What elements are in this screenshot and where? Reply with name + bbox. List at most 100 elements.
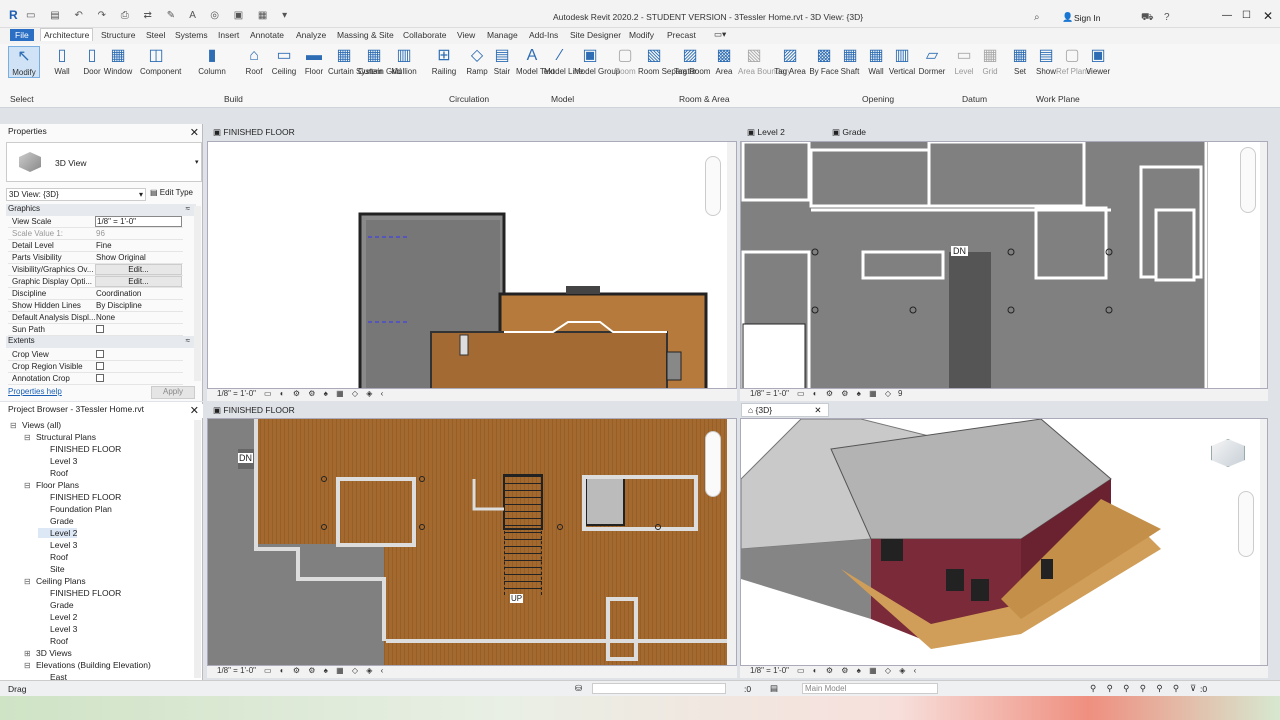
user-icon[interactable]: 👤 <box>1062 12 1073 23</box>
sign-in-link[interactable]: Sign In <box>1074 13 1100 23</box>
browser-item[interactable]: FINISHED FLOOR <box>38 588 121 598</box>
property-row[interactable]: Show Hidden Lines By Discipline <box>8 300 183 312</box>
ribbon-button-room[interactable]: ▢ Room <box>609 46 641 76</box>
property-row[interactable]: View Scale 1/8" = 1'-0" <box>8 216 183 228</box>
model-dropdown[interactable]: Main Model <box>802 683 938 694</box>
property-checkbox[interactable] <box>96 374 104 382</box>
browser-item[interactable]: ⊟ Structural Plans <box>24 432 96 442</box>
scale-label[interactable]: 1/8" = 1'-0" <box>217 666 256 675</box>
tab-architecture[interactable]: Architecture <box>40 28 94 41</box>
browser-item[interactable]: ⊟ Elevations (Building Elevation) <box>24 660 151 670</box>
ribbon-button-tag-area[interactable]: ▨ Tag Area <box>774 46 806 76</box>
navigation-bar[interactable] <box>705 431 721 497</box>
browser-item[interactable]: Roof <box>38 552 68 562</box>
tab-steel[interactable]: Steel <box>146 30 165 40</box>
property-value[interactable]: Show Original <box>96 253 146 262</box>
worksets-icon[interactable]: ⛁ <box>575 683 582 694</box>
ribbon-button-mullion[interactable]: ▥ Mullion <box>388 46 420 76</box>
tab-structure[interactable]: Structure <box>101 30 136 40</box>
ribbon-button-area-boundary[interactable]: ▧ Area Boundary <box>738 46 791 76</box>
ribbon-button-area[interactable]: ▩ Area <box>708 46 740 76</box>
view-level-2[interactable]: DN <box>740 141 1268 389</box>
ribbon-button-window[interactable]: ▦ Window <box>102 46 134 76</box>
ribbon-button-railing[interactable]: ⊞ Railing <box>428 46 460 76</box>
ribbon-button-modify[interactable]: ↖ Modify <box>8 46 40 78</box>
tab-manage[interactable]: Manage <box>487 30 518 40</box>
sun-path-checkbox[interactable] <box>96 325 104 333</box>
navigation-bar[interactable] <box>1240 147 1256 213</box>
ribbon-button-room-separator[interactable]: ▧ Room Separator <box>638 46 697 76</box>
property-row[interactable]: Crop View <box>8 349 183 361</box>
browser-item[interactable]: Level 3 <box>38 456 77 466</box>
browser-item[interactable]: Level 2 <box>38 528 78 538</box>
browser-item[interactable]: ⊟ Ceiling Plans <box>24 576 86 586</box>
ribbon-button-dormer[interactable]: ▱ Dormer <box>916 46 948 76</box>
expand-toggle-icon[interactable]: ⊟ <box>24 661 36 670</box>
view-scrollbar-vertical[interactable] <box>727 419 736 665</box>
view-scrollbar-vertical[interactable] <box>1260 419 1267 665</box>
property-value[interactable]: 1/8" = 1'-0" <box>95 216 182 227</box>
ribbon-button-model-line[interactable]: ⁄ Model Line <box>544 46 583 76</box>
group-room-area[interactable]: Room & Area <box>679 94 730 104</box>
tab-level-2[interactable]: ▣ Level 2 <box>741 126 791 140</box>
property-value[interactable]: Edit... <box>95 264 182 275</box>
workset-dropdown[interactable] <box>592 683 726 694</box>
view-finished-floor-top[interactable] <box>207 141 737 389</box>
property-row[interactable]: Graphic Display Opti... Edit... <box>8 276 183 288</box>
apply-button[interactable]: Apply <box>151 386 195 399</box>
revit-logo-icon[interactable]: R <box>9 8 21 22</box>
property-value[interactable]: By Discipline <box>96 301 142 310</box>
navigation-bar[interactable] <box>1238 491 1254 557</box>
view-control-icons[interactable]: ▭ ◐ ⚙ ⚙ ♠ ▦ ◇ ◈ ‹ <box>264 666 386 675</box>
collapse-icon[interactable]: ≈ <box>186 204 190 213</box>
view-scrollbar-vertical[interactable] <box>1260 142 1267 388</box>
close-icon[interactable]: ✕ <box>190 404 199 417</box>
category-graphics[interactable]: Graphics ≈ <box>6 204 196 216</box>
close-icon[interactable]: ✕ <box>190 126 199 139</box>
view-control-icons[interactable]: ▭ ◐ ⚙ ⚙ ♠ ▦ ◇ ◈ ‹ <box>264 389 386 398</box>
tab-3d[interactable]: ⌂ {3D} ✕ <box>741 403 829 417</box>
ribbon-button-model-group[interactable]: ▣ Model Group <box>574 46 620 76</box>
navigation-bar[interactable] <box>705 156 721 216</box>
ribbon-button-wall[interactable]: ▯ Wall <box>46 46 78 76</box>
view-control-icons[interactable]: ▭ ◐ ⚙ ⚙ ♠ ▦ ◇ <box>797 389 894 398</box>
property-value[interactable]: Edit... <box>95 276 182 287</box>
view-finished-floor-bottom[interactable]: DN UP <box>207 418 737 666</box>
ribbon-button-stair[interactable]: ▤ Stair <box>486 46 518 76</box>
ribbon-button-curtain-grid[interactable]: ▦ Curtain Grid <box>358 46 401 76</box>
ribbon-button-component[interactable]: ◫ Component <box>140 46 181 76</box>
browser-item[interactable]: ⊟ Floor Plans <box>24 480 79 490</box>
ribbon-button-roof[interactable]: ⌂ Roof <box>238 46 270 76</box>
properties-help-link[interactable]: Properties help <box>8 387 62 396</box>
selection-filter-icons[interactable]: ⚲ ⚲ ⚲ ⚲ ⚲ ⚲ <box>1090 683 1183 694</box>
help-icon[interactable]: ? <box>1164 12 1170 23</box>
category-extents[interactable]: Extents ≈ <box>6 336 196 348</box>
property-row[interactable]: Default Analysis Displ... None <box>8 312 183 324</box>
browser-item[interactable]: Roof <box>38 468 68 478</box>
tab-finished-floor-bottom[interactable]: ▣ FINISHED FLOOR <box>207 404 301 418</box>
browser-item[interactable]: Grade <box>38 516 74 526</box>
expand-toggle-icon[interactable]: ⊞ <box>24 649 36 658</box>
property-row[interactable]: Scale Value 1: 96 <box>8 228 183 240</box>
browser-scrollbar[interactable] <box>194 420 201 678</box>
property-row[interactable]: Annotation Crop <box>8 373 183 385</box>
property-value[interactable]: None <box>96 313 115 322</box>
ribbon-button-floor[interactable]: ▬ Floor <box>298 46 330 76</box>
tab-site-designer[interactable]: Site Designer <box>570 30 621 40</box>
tab-finished-floor-top[interactable]: ▣ FINISHED FLOOR <box>207 126 301 140</box>
view-scrollbar-vertical[interactable] <box>727 142 736 388</box>
tab-view[interactable]: View <box>457 30 475 40</box>
property-row[interactable]: Crop Region Visible <box>8 361 183 373</box>
scale-label[interactable]: 1/8" = 1'-0" <box>217 389 256 398</box>
property-checkbox[interactable] <box>96 362 104 370</box>
search-icon[interactable]: ⌕ <box>1034 12 1040 23</box>
ribbon-button-curtain-system[interactable]: ▦ Curtain System <box>328 46 383 76</box>
property-row[interactable]: Sun Path <box>8 324 183 336</box>
property-row[interactable]: Detail Level Fine <box>8 240 183 252</box>
scale-label[interactable]: 1/8" = 1'-0" <box>750 666 789 675</box>
scale-label[interactable]: 1/8" = 1'-0" <box>750 389 789 398</box>
tab-insert[interactable]: Insert <box>218 30 239 40</box>
filter-icon[interactable]: ⊽ <box>1190 683 1196 694</box>
tab-collaborate[interactable]: Collaborate <box>403 30 446 40</box>
tab-add-ins[interactable]: Add-Ins <box>529 30 558 40</box>
